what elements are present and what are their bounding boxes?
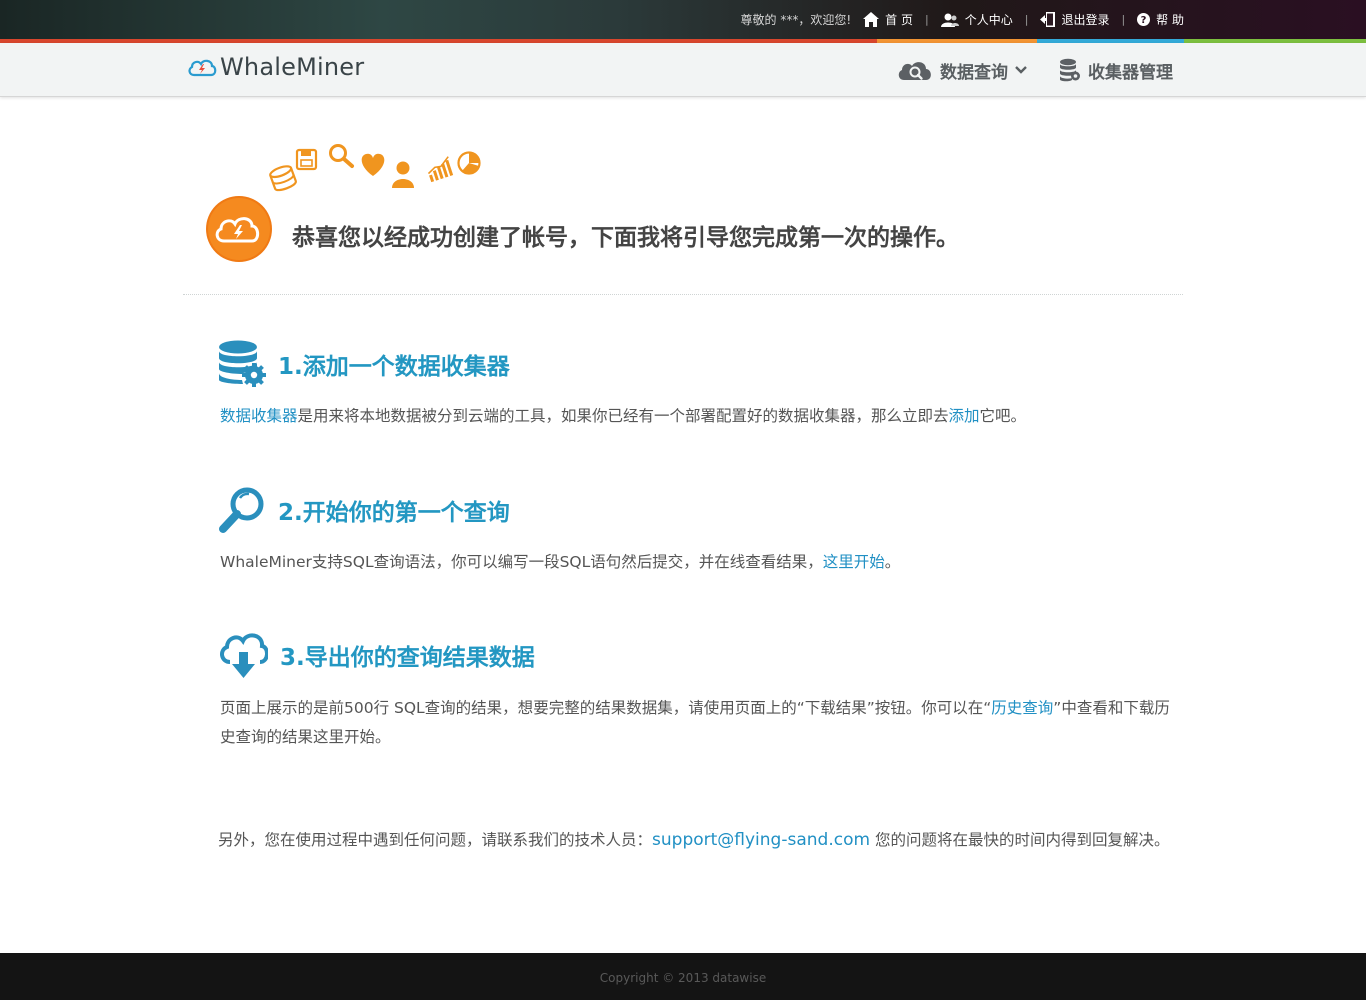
- svg-text:?: ?: [1141, 15, 1147, 26]
- user-center-link[interactable]: 个人中心: [940, 11, 1013, 28]
- main-navbar: WhaleMiner 数据查询 收集器管理: [0, 43, 1366, 97]
- greeting-text: 尊敬的 ***，欢迎您!: [740, 13, 852, 27]
- add-collector-link[interactable]: 添加: [949, 407, 980, 425]
- step-3-text: 页面上展示的是前500行 SQL查询的结果，想要完整的结果数据集，请使用页面上的…: [218, 694, 1178, 752]
- home-icon: [863, 12, 880, 27]
- nav-data-query[interactable]: 数据查询: [897, 58, 1027, 83]
- start-query-link[interactable]: 这里开始: [823, 553, 885, 571]
- step-1-text-mid: 是用来将本地数据被分到云端的工具，如果你已经有一个部署配置好的数据收集器，那么立…: [297, 407, 949, 425]
- database-gear-icon: [1060, 58, 1080, 82]
- chart-icon: [427, 156, 454, 183]
- separator: |: [924, 13, 929, 26]
- step-add-collector: 1.添加一个数据收集器 数据收集器是用来将本地数据被分到云端的工具，如果你已经有…: [218, 340, 1178, 431]
- home-link-label: 首 页: [885, 13, 913, 27]
- magnifier-icon: [219, 487, 264, 533]
- logout-icon: [1040, 12, 1056, 27]
- footer: Copyright © 2013 datawise: [0, 953, 1366, 1000]
- step-first-query: 2.开始你的第一个查询 WhaleMiner支持SQL查询语法，你可以编写一段S…: [218, 486, 1178, 577]
- history-query-link[interactable]: 历史查询: [991, 699, 1053, 717]
- step-header: 2.开始你的第一个查询: [218, 486, 1178, 534]
- contact-text-end: 您的问题将在最快的时间内得到回复解决。: [870, 831, 1170, 849]
- step-3-text-start: 页面上展示的是前500行 SQL查询的结果，想要完整的结果数据集，请使用页面上的…: [220, 699, 992, 717]
- step-export-results: 3.导出你的查询结果数据 页面上展示的是前500行 SQL查询的结果，想要完整的…: [218, 630, 1178, 752]
- divider: [183, 294, 1183, 295]
- nav-data-query-label: 数据查询: [940, 62, 1008, 83]
- top-bar: 尊敬的 ***，欢迎您! 首 页 | 个人中心 | 退出登录 | ? 帮 助: [0, 0, 1366, 39]
- nav-collector-manage[interactable]: 收集器管理: [1059, 58, 1173, 83]
- nav-collector-label: 收集器管理: [1088, 62, 1173, 83]
- user-icon: [392, 161, 414, 188]
- step-header: 3.导出你的查询结果数据: [218, 630, 1178, 680]
- step-2-text-start: WhaleMiner支持SQL查询语法，你可以编写一段SQL语句然后提交，并在线…: [220, 553, 823, 571]
- save-icon: [295, 148, 318, 171]
- welcome-section: 恭喜您以经成功创建了帐号，下面我将引导您完成第一次的操作。: [200, 140, 1000, 270]
- welcome-title: 恭喜您以经成功创建了帐号，下面我将引导您完成第一次的操作。: [292, 225, 959, 251]
- cloud-download-icon: [220, 633, 268, 678]
- step-1-title: 1.添加一个数据收集器: [278, 354, 510, 380]
- cloud-search-icon: [898, 62, 931, 80]
- top-links: 尊敬的 ***，欢迎您! 首 页 | 个人中心 | 退出登录 | ? 帮 助: [741, 0, 1184, 39]
- collector-link[interactable]: 数据收集器: [220, 407, 298, 425]
- step-2-text-end: 。: [884, 553, 901, 571]
- logout-label: 退出登录: [1061, 13, 1110, 27]
- step-header: 1.添加一个数据收集器: [218, 340, 1178, 388]
- heart-icon: [361, 153, 385, 176]
- step-1-text: 数据收集器是用来将本地数据被分到云端的工具，如果你已经有一个部署配置好的数据收集…: [218, 402, 1178, 431]
- step-3-title: 3.导出你的查询结果数据: [280, 645, 535, 671]
- support-email-link[interactable]: support@flying-sand.com: [652, 830, 870, 850]
- step-2-text: WhaleMiner支持SQL查询语法，你可以编写一段SQL语句然后提交，并在线…: [218, 548, 1178, 577]
- user-center-label: 个人中心: [964, 13, 1013, 27]
- separator: |: [1024, 13, 1029, 26]
- cloud-logo-icon: [206, 196, 272, 262]
- logout-link[interactable]: 退出登录: [1040, 11, 1109, 28]
- pie-chart-icon: [457, 151, 481, 175]
- logo[interactable]: WhaleMiner: [187, 53, 364, 81]
- contact-text-start: 另外，您在使用过程中遇到任何问题，请联系我们的技术人员：: [218, 831, 653, 849]
- database-gear-icon: [219, 340, 266, 387]
- separator: |: [1121, 13, 1126, 26]
- database-icon: [269, 165, 297, 192]
- user-icon: [940, 13, 959, 27]
- help-label: 帮 助: [1156, 13, 1184, 27]
- help-link[interactable]: ? 帮 助: [1137, 11, 1184, 28]
- search-icon: [329, 144, 354, 168]
- logo-text: WhaleMiner: [220, 53, 365, 81]
- home-link[interactable]: 首 页: [863, 11, 913, 28]
- help-icon: ?: [1137, 13, 1151, 26]
- step-1-text-end: 它吧。: [979, 407, 1027, 425]
- step-2-title: 2.开始你的第一个查询: [278, 500, 510, 526]
- contact-note: 另外，您在使用过程中遇到任何问题，请联系我们的技术人员：support@flyi…: [218, 828, 1169, 850]
- logo-cloud-icon: [188, 59, 217, 77]
- chevron-down-icon: [1015, 66, 1027, 74]
- nav-menu: 数据查询 收集器管理: [897, 43, 1173, 97]
- copyright-text: Copyright © 2013 datawise: [599, 971, 767, 985]
